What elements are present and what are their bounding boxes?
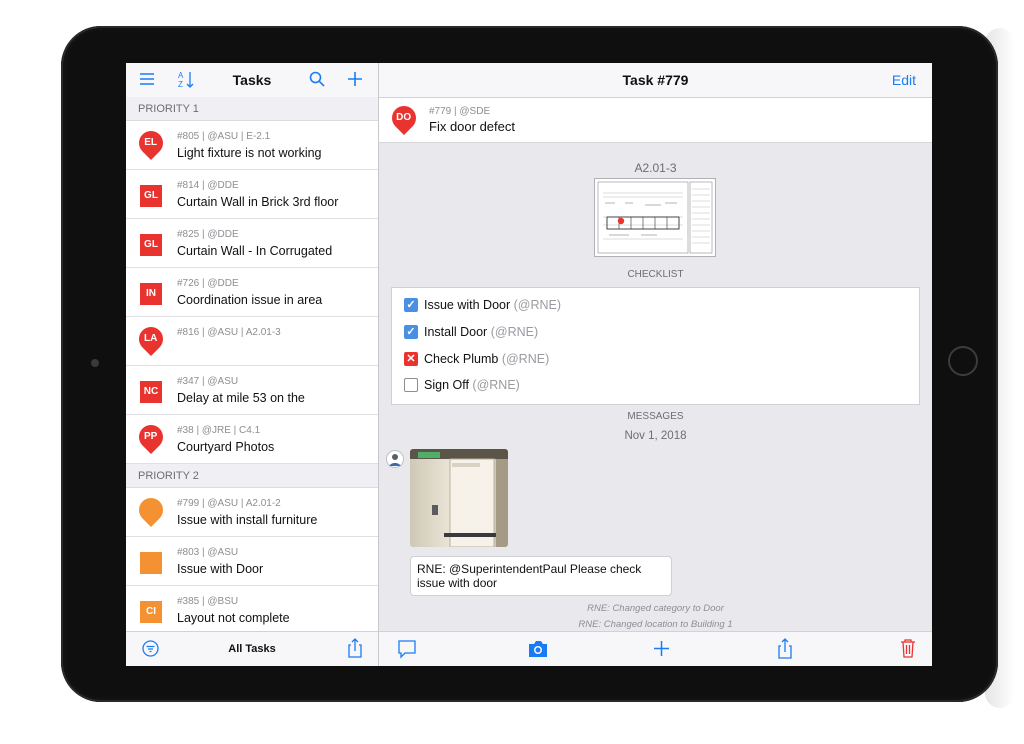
task-list-item[interactable]: GL #825 | @DDE Curtain Wall - In Corrugate… [126, 219, 378, 268]
priority-section-header: PRIORITY 1 [126, 97, 378, 121]
task-list-footer: All Tasks [126, 631, 378, 666]
checkbox-checked-icon[interactable]: ✓ [404, 298, 418, 312]
message-date: Nov 1, 2018 [624, 430, 687, 442]
checklist-item-assignee: (@RNE) [472, 378, 520, 392]
search-icon[interactable] [309, 71, 325, 90]
door-photo[interactable] [410, 449, 508, 547]
activity-log-entry: RNE: Changed location to Building 1 [578, 619, 733, 630]
task-name: Coordination issue in area [177, 293, 323, 307]
task-list-item[interactable]: CI #385 | @BSU Layout not complete [126, 586, 378, 635]
checklist-item-label: Sign Off [424, 378, 469, 392]
task-meta: #805 | @ASU | E-2.1 [177, 131, 271, 142]
task-category-pin: DO [387, 101, 421, 135]
add-task-icon[interactable] [347, 71, 363, 90]
task-detail-title: Task #779 [622, 72, 689, 88]
task-name: Curtain Wall in Brick 3rd floor [177, 195, 339, 209]
task-list-item[interactable]: #803 | @ASU Issue with Door [126, 537, 378, 586]
task-list-item[interactable]: #799 | @ASU | A2.01-2 Issue with install … [126, 488, 378, 537]
task-list-toolbar: AZ Tasks [126, 63, 378, 98]
task-meta: #816 | @ASU | A2.01-3 [177, 327, 281, 338]
trash-icon[interactable] [900, 638, 916, 661]
checklist-item-text: Sign Off (@RNE) [424, 378, 520, 392]
task-list-item[interactable]: GL #814 | @DDE Curtain Wall in Brick 3rd f… [126, 170, 378, 219]
task-list-item[interactable]: IN #726 | @DDE Coordination issue in area [126, 268, 378, 317]
task-detail-pane: Task #779 Edit DO #779 | @SDE Fix door d… [379, 63, 932, 666]
task-list-item[interactable]: NC #347 | @ASU Delay at mile 53 on the [126, 366, 378, 415]
screen: AZ Tasks PRIORITY 1 EL #805 | @ASU | E-2.1… [126, 63, 932, 666]
task-meta: #385 | @BSU [177, 596, 239, 607]
task-category-code: LA [143, 333, 158, 345]
task-meta: #347 | @ASU [177, 376, 239, 387]
task-header: DO #779 | @SDE Fix door defect [379, 98, 932, 143]
checklist-item-assignee: (@RNE) [501, 352, 550, 366]
checklist-item-assignee: (@RNE) [490, 325, 539, 339]
task-list-title: Tasks [232, 72, 272, 88]
checklist: ✓ Issue with Door (@RNE) ✓ Install Door (@R… [391, 287, 920, 405]
task-category-code: PP [143, 431, 158, 443]
task-meta: #814 | @DDE [177, 180, 239, 191]
checklist-item-text: Install Door (@RNE) [424, 325, 538, 339]
task-category-badge: IN [140, 283, 162, 305]
task-meta: #38 | @JRE | C4.1 [177, 425, 261, 436]
task-meta: #799 | @ASU | A2.01-2 [177, 498, 281, 509]
task-header-name: Fix door defect [429, 119, 515, 134]
front-camera [91, 359, 99, 367]
task-list-pane: AZ Tasks PRIORITY 1 EL #805 | @ASU | E-2.1… [126, 63, 379, 666]
share-icon[interactable] [777, 638, 793, 662]
task-category-badge: GL [140, 185, 162, 207]
task-category-badge: CI [140, 601, 162, 623]
task-meta: #803 | @ASU [177, 547, 239, 558]
checklist-item-label: Check Plumb [424, 352, 499, 366]
messages-label: MESSAGES [627, 411, 684, 422]
activity-log-entry: RNE: Changed category to Door [587, 603, 724, 614]
task-pin-marker: EL [134, 126, 168, 160]
sheet-label: A2.01-3 [634, 161, 677, 175]
task-list: PRIORITY 1 EL #805 | @ASU | E-2.1 Light fix… [126, 97, 378, 635]
all-tasks-filter-label[interactable]: All Tasks [126, 643, 378, 655]
message-bubble: RNE: @SuperintendentPaul Please check is… [410, 556, 672, 596]
checklist-item-label: Install Door [424, 325, 488, 339]
task-pin-marker: LA [134, 322, 168, 356]
task-category-code: DO [396, 112, 412, 124]
home-button[interactable] [948, 346, 978, 376]
task-list-item[interactable]: EL #805 | @ASU | E-2.1 Light fixture is no… [126, 121, 378, 170]
checklist-item-text: Issue with Door (@RNE) [424, 298, 561, 312]
checklist-item-assignee: (@RNE) [513, 298, 562, 312]
share-icon[interactable] [347, 638, 363, 661]
task-meta: #726 | @DDE [177, 278, 239, 289]
task-name: Issue with install furniture [177, 513, 318, 527]
task-pin-marker: PP [134, 420, 168, 454]
task-category-badge [140, 552, 162, 574]
task-category-badge: NC [140, 381, 162, 403]
checklist-item-text: Check Plumb (@RNE) [424, 352, 549, 366]
task-name: Light fixture is not working [177, 146, 322, 160]
priority-section-header: PRIORITY 2 [126, 464, 378, 488]
task-name: Curtain Wall - In Corrugated [177, 244, 333, 258]
task-name: Layout not complete [177, 611, 290, 625]
comment-icon[interactable] [397, 639, 417, 662]
checklist-item-label: Issue with Door [424, 298, 511, 312]
task-category-badge: GL [140, 234, 162, 256]
floor-plan-thumbnail[interactable] [594, 178, 716, 257]
task-detail-toolbar: Task #779 Edit [379, 63, 932, 98]
checklist-label: CHECKLIST [627, 269, 684, 280]
camera-icon[interactable] [527, 640, 549, 661]
task-category-code: EL [144, 137, 158, 149]
task-pin-marker [134, 493, 168, 527]
task-name: Delay at mile 53 on the [177, 391, 305, 405]
add-icon[interactable] [653, 640, 670, 660]
task-meta: #825 | @DDE [177, 229, 239, 240]
checkbox-checked-icon[interactable]: ✓ [404, 325, 418, 339]
checkbox-failed-icon[interactable]: ✕ [404, 352, 418, 366]
edit-button[interactable]: Edit [892, 72, 916, 88]
task-name: Issue with Door [177, 562, 264, 576]
task-list-item[interactable]: LA #816 | @ASU | A2.01-3 [126, 317, 378, 366]
task-detail-footer [379, 631, 932, 666]
task-header-meta: #779 | @SDE [429, 106, 491, 117]
task-list-item[interactable]: PP #38 | @JRE | C4.1 Courtyard Photos [126, 415, 378, 464]
checkbox-unchecked-icon[interactable] [404, 378, 418, 392]
avatar[interactable] [386, 450, 404, 468]
task-name: Courtyard Photos [177, 440, 275, 454]
